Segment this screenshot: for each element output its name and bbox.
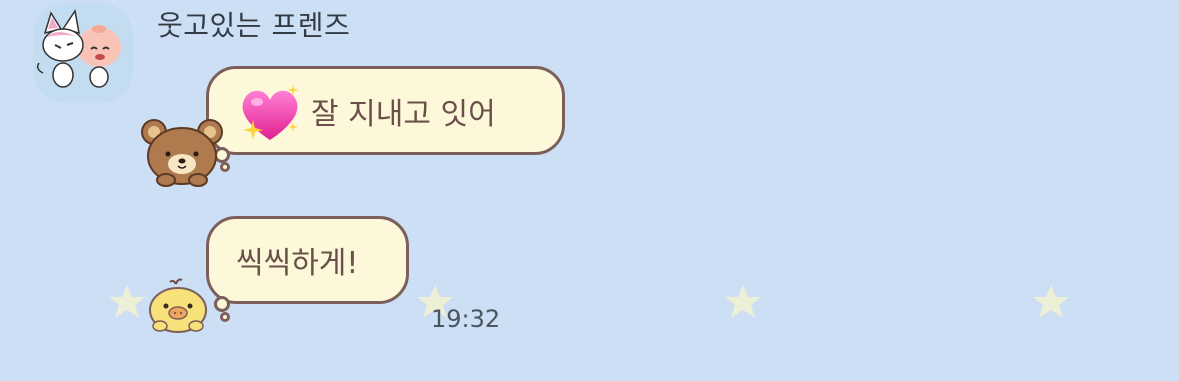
background-star-icon — [109, 285, 145, 318]
cat-and-peach-avatar-icon — [36, 9, 121, 88]
message-text: 씩씩하게! — [236, 246, 359, 281]
message-bubble[interactable]: 잘 지내고 잇어 — [206, 66, 565, 155]
bubble-tail — [220, 312, 230, 322]
message-timestamp: 19:32 — [431, 305, 501, 333]
message-bubble[interactable]: 씩씩하게! — [206, 216, 409, 304]
yellow-chick-icon — [149, 278, 207, 333]
brown-bear-icon — [141, 119, 223, 187]
bubble-tail — [214, 296, 230, 312]
sender-name: 웃고있는 프렌즈 — [157, 9, 351, 42]
background-star-icon — [725, 285, 761, 318]
message-text: 잘 지내고 잇어 — [311, 96, 496, 132]
profile-avatar[interactable] — [33, 3, 133, 103]
background-star-icon — [1033, 285, 1069, 318]
sparkling-heart-icon — [237, 82, 303, 144]
